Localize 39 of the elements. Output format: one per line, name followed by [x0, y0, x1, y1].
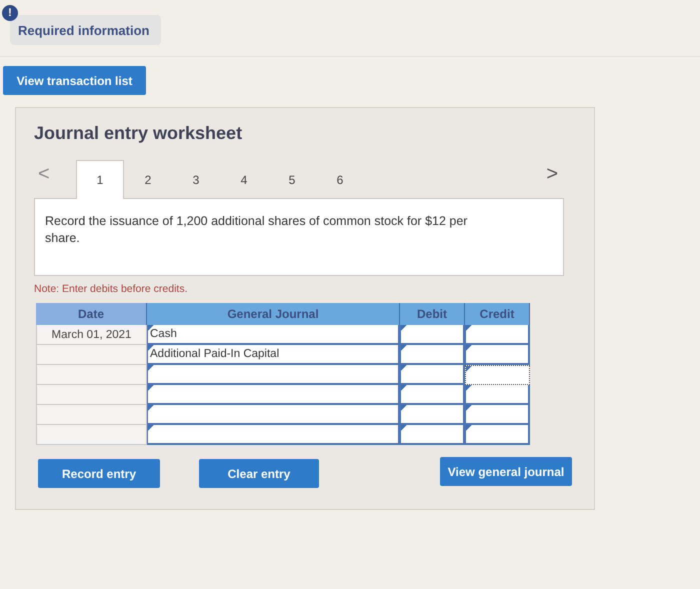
input-field[interactable] — [400, 385, 465, 405]
view-general-journal-button[interactable]: View general journal — [440, 457, 572, 486]
input-field[interactable] — [400, 405, 465, 425]
view-transaction-list-button[interactable]: View transaction list — [3, 66, 146, 95]
input-field[interactable] — [147, 405, 400, 425]
tab[interactable]: 2 — [124, 160, 172, 198]
worksheet-title: Journal entry worksheet — [34, 123, 244, 145]
tab[interactable]: 5 — [268, 160, 316, 198]
input-field[interactable] — [147, 365, 400, 385]
date-cell: March 01, 2021 — [36, 325, 147, 345]
input-field[interactable] — [465, 365, 530, 385]
column-header: Credit — [465, 303, 530, 325]
input-field[interactable] — [400, 325, 465, 345]
alert-icon: ! — [2, 5, 18, 21]
instruction-text: Record the issuance of 1,200 additional shares of common stock for $12 per share. — [45, 213, 468, 247]
column-header: Debit — [400, 303, 465, 325]
input-field[interactable]: Additional Paid-In Capital — [147, 345, 400, 365]
tab[interactable]: 3 — [172, 160, 220, 198]
required-information-tab[interactable]: Required information — [10, 15, 162, 45]
input-field[interactable] — [147, 425, 400, 445]
next-arrow[interactable]: > — [522, 163, 564, 198]
clear-entry-button[interactable]: Clear entry — [199, 459, 319, 488]
tab[interactable]: 1 — [76, 160, 124, 199]
input-field[interactable] — [465, 385, 530, 405]
input-field[interactable] — [465, 325, 530, 345]
column-header: Date — [36, 303, 147, 325]
input-field[interactable] — [400, 425, 465, 445]
tab[interactable]: 4 — [220, 160, 268, 198]
input-field[interactable] — [465, 405, 530, 425]
tab[interactable]: 6 — [316, 160, 364, 198]
input-field[interactable] — [465, 425, 530, 445]
input-field[interactable] — [400, 365, 465, 385]
column-header: General Journal — [147, 303, 400, 325]
input-field[interactable]: Cash — [147, 325, 400, 345]
input-field[interactable] — [400, 345, 465, 365]
note-text: Note: Enter debits before credits. — [34, 283, 188, 297]
input-field[interactable] — [465, 345, 530, 365]
record-entry-button[interactable]: Record entry — [38, 459, 160, 488]
input-field[interactable] — [147, 385, 400, 405]
